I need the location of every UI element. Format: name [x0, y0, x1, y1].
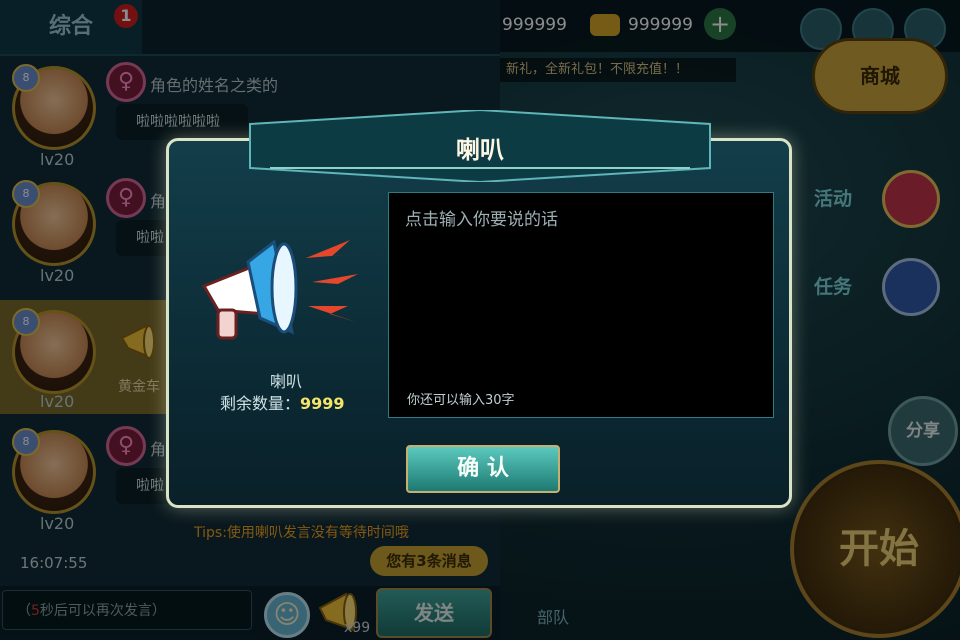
- textarea-placeholder: 点击输入你要说的话: [405, 210, 558, 230]
- remaining-label: 剩余数量：: [220, 394, 301, 413]
- confirm-button[interactable]: 确 认: [406, 445, 560, 493]
- item-name: 喇叭: [269, 372, 302, 391]
- remaining-value: 9999: [300, 394, 345, 413]
- message-textarea[interactable]: 点击输入你要说的话 你还可以输入30字: [388, 192, 774, 418]
- megaphone-icon: [201, 239, 364, 340]
- remaining-count: 剩余数量：9999: [220, 390, 345, 414]
- character-counter: 你还可以输入30字: [407, 393, 515, 408]
- dialog-title: 喇叭: [456, 136, 504, 164]
